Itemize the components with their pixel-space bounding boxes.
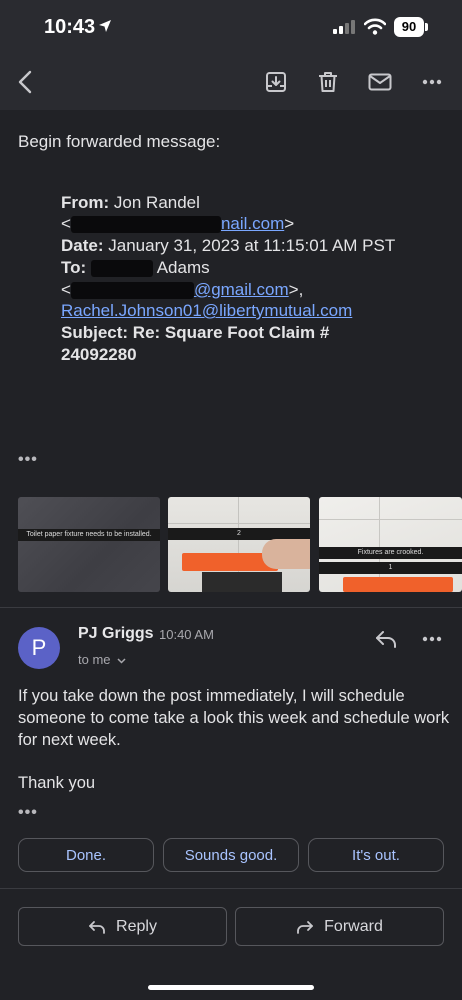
smart-reply-chip[interactable]: It's out. bbox=[308, 838, 444, 872]
recipient-details-toggle[interactable]: to me bbox=[78, 652, 126, 667]
tile-line bbox=[319, 519, 462, 520]
attachment-thumbnail[interactable]: Toilet paper fixture needs to be install… bbox=[18, 497, 160, 592]
message-divider bbox=[0, 607, 462, 608]
attachment-thumbnail[interactable]: 2 bbox=[168, 497, 310, 592]
battery-indicator: 90 bbox=[394, 17, 424, 37]
more-horizontal-icon bbox=[422, 636, 442, 642]
smart-reply-chip[interactable]: Sounds good. bbox=[163, 838, 299, 872]
message-signoff: Thank you bbox=[18, 774, 96, 792]
more-options-button[interactable] bbox=[417, 67, 447, 97]
subject-label: Subject: bbox=[61, 323, 129, 342]
message-time: 10:40 AM bbox=[159, 627, 214, 642]
reply-button[interactable]: Reply bbox=[18, 907, 227, 946]
to-email2-link[interactable]: Rachel.Johnson01@libertymutual.com bbox=[61, 301, 352, 320]
from-label: From: bbox=[61, 193, 110, 212]
from-line: From: Jon Randel bbox=[61, 192, 200, 214]
back-arrow-icon bbox=[18, 70, 32, 94]
actions-divider bbox=[0, 888, 462, 889]
back-button[interactable] bbox=[10, 67, 40, 97]
reply-label: Reply bbox=[116, 917, 157, 935]
from-name: Jon Randel bbox=[113, 193, 200, 212]
sender-name[interactable]: PJ Griggs bbox=[78, 625, 154, 643]
redaction-block bbox=[70, 282, 194, 300]
attachment-caption: Fixtures are crooked. bbox=[319, 547, 462, 559]
status-time: 10:43 bbox=[44, 16, 96, 38]
subject-text-cont: 24092280 bbox=[61, 345, 137, 364]
to-email-close: >, bbox=[288, 280, 304, 299]
show-quoted-text[interactable]: ••• bbox=[18, 804, 38, 822]
fixture bbox=[202, 572, 282, 592]
date-label: Date: bbox=[61, 236, 104, 255]
message-body: If you take down the post immediately, I… bbox=[18, 687, 450, 749]
subject-line: Subject: Re: Square Foot Claim # bbox=[61, 322, 329, 344]
forward-icon bbox=[297, 920, 314, 934]
from-email-link[interactable]: nail.com bbox=[221, 214, 284, 233]
cellular-signal-icon bbox=[333, 20, 355, 34]
date-value: January 31, 2023 at 11:15:01 AM PST bbox=[108, 236, 396, 255]
top-toolbar bbox=[0, 56, 462, 110]
more-horizontal-icon bbox=[422, 79, 442, 85]
sender-avatar[interactable]: P bbox=[18, 627, 60, 669]
recipient-label: to me bbox=[78, 652, 111, 667]
archive-icon bbox=[266, 72, 286, 92]
status-bar: 10:43 90 bbox=[0, 0, 462, 56]
to-email2-line: Rachel.Johnson01@libertymutual.com bbox=[61, 300, 352, 322]
chevron-down-icon bbox=[117, 658, 126, 664]
reply-icon bbox=[89, 920, 105, 934]
reply-icon-button[interactable] bbox=[371, 624, 401, 654]
to-email-line: < @gmail.com>, bbox=[61, 279, 303, 301]
forward-button[interactable]: Forward bbox=[235, 907, 444, 946]
mail-icon bbox=[368, 73, 392, 91]
battery-tip bbox=[425, 23, 428, 31]
redaction-block bbox=[70, 216, 221, 234]
subject-line-2: 24092280 bbox=[61, 344, 137, 366]
hand bbox=[262, 539, 310, 569]
to-email-link[interactable]: @gmail.com bbox=[194, 280, 289, 299]
forward-label: Forward bbox=[324, 917, 383, 935]
message-more-button[interactable] bbox=[417, 624, 447, 654]
date-line: Date: January 31, 2023 at 11:15:01 AM PS… bbox=[61, 235, 395, 257]
delete-button[interactable] bbox=[313, 67, 343, 97]
location-arrow-icon bbox=[99, 20, 111, 32]
attachment-number: 1 bbox=[319, 562, 462, 574]
trash-icon bbox=[319, 72, 337, 92]
to-email-open: < bbox=[61, 280, 71, 299]
tile-line bbox=[168, 523, 310, 524]
level-tool bbox=[343, 577, 453, 592]
from-email-line: < nail.com> bbox=[61, 213, 294, 235]
forward-intro: Begin forwarded message: bbox=[18, 132, 221, 151]
attachment-caption: Toilet paper fixture needs to be install… bbox=[18, 529, 160, 541]
to-line: To: Adams bbox=[61, 257, 210, 279]
home-indicator[interactable] bbox=[148, 985, 314, 990]
from-email-open: < bbox=[61, 214, 71, 233]
subject-text: Re: Square Foot Claim # bbox=[132, 323, 330, 342]
attachment-thumbnail[interactable]: Fixtures are crooked. 1 bbox=[319, 497, 462, 592]
show-trimmed-content[interactable]: ••• bbox=[18, 451, 38, 469]
redaction-block bbox=[90, 260, 153, 278]
archive-button[interactable] bbox=[261, 67, 291, 97]
smart-reply-chip[interactable]: Done. bbox=[18, 838, 154, 872]
wifi-icon bbox=[364, 18, 386, 35]
to-label: To: bbox=[61, 258, 87, 277]
to-name: Adams bbox=[156, 258, 210, 277]
from-email-close: > bbox=[284, 214, 295, 233]
mark-unread-button[interactable] bbox=[365, 67, 395, 97]
reply-icon bbox=[376, 631, 396, 648]
